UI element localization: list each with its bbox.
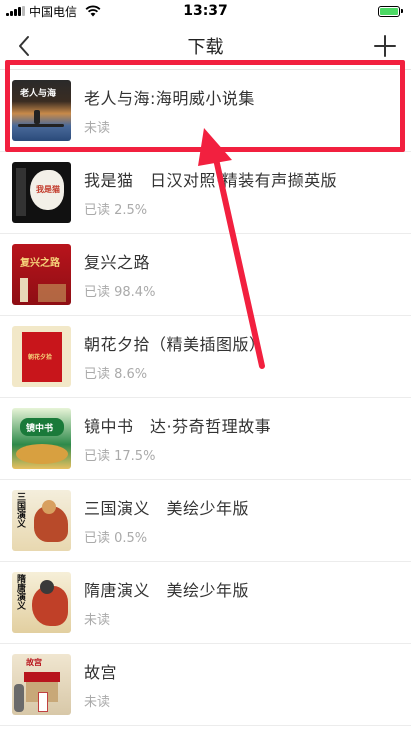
book-row[interactable]: 朝花夕拾 朝花夕拾（精美插图版） 已读 8.6% bbox=[0, 316, 411, 398]
plus-icon bbox=[374, 35, 396, 57]
book-cover: 三国演义 bbox=[12, 490, 71, 551]
book-row[interactable]: 复兴之路 复兴之路 已读 98.4% bbox=[0, 234, 411, 316]
page-title: 下载 bbox=[187, 36, 224, 58]
read-status: 已读 0.5% bbox=[84, 531, 148, 546]
book-list: 老人与海 老人与海:海明威小说集 未读 我是猫 我是猫 日汉对照·精装有声撷英版… bbox=[0, 70, 411, 726]
book-title: 三国演义 美绘少年版 bbox=[84, 499, 250, 518]
book-row[interactable]: 我是猫 我是猫 日汉对照·精装有声撷英版 已读 2.5% bbox=[0, 152, 411, 234]
status-bar: 中国电信 13:37 bbox=[0, 0, 411, 22]
read-status: 未读 bbox=[84, 121, 111, 136]
add-button[interactable] bbox=[371, 32, 399, 60]
book-cover: 镜中书 bbox=[12, 408, 71, 469]
book-title: 故宫 bbox=[84, 663, 118, 682]
read-status: 未读 bbox=[84, 695, 111, 710]
wifi-icon bbox=[85, 5, 101, 17]
book-title: 隋唐演义 美绘少年版 bbox=[84, 581, 250, 600]
book-title: 我是猫 日汉对照·精装有声撷英版 bbox=[84, 171, 338, 190]
read-status: 未读 bbox=[84, 613, 111, 628]
book-cover: 复兴之路 bbox=[12, 244, 71, 305]
book-cover: 我是猫 bbox=[12, 162, 71, 223]
book-cover: 故宫 bbox=[12, 654, 71, 715]
book-row[interactable]: 三国演义 三国演义 美绘少年版 已读 0.5% bbox=[0, 480, 411, 562]
book-row[interactable]: 故宫 故宫 未读 bbox=[0, 644, 411, 726]
back-button[interactable] bbox=[10, 32, 38, 60]
book-row[interactable]: 镜中书 镜中书 达·芬奇哲理故事 已读 17.5% bbox=[0, 398, 411, 480]
book-cover: 朝花夕拾 bbox=[12, 326, 71, 387]
read-status: 已读 98.4% bbox=[84, 285, 156, 300]
book-title: 镜中书 达·芬奇哲理故事 bbox=[84, 417, 272, 436]
book-title: 朝花夕拾（精美插图版） bbox=[84, 335, 266, 354]
read-status: 已读 2.5% bbox=[84, 203, 148, 218]
book-row[interactable]: 隋唐演义 隋唐演义 美绘少年版 未读 bbox=[0, 562, 411, 644]
read-status: 已读 8.6% bbox=[84, 367, 148, 382]
signal-icon bbox=[6, 6, 25, 16]
carrier-label: 中国电信 bbox=[29, 4, 78, 19]
book-row[interactable]: 老人与海 老人与海:海明威小说集 未读 bbox=[0, 70, 411, 152]
book-cover: 老人与海 bbox=[12, 80, 71, 141]
book-cover: 隋唐演义 bbox=[12, 572, 71, 633]
status-left: 中国电信 bbox=[6, 3, 101, 20]
battery-icon bbox=[378, 5, 403, 17]
read-status: 已读 17.5% bbox=[84, 449, 156, 464]
chevron-left-icon bbox=[19, 36, 29, 56]
nav-bar: 下载 bbox=[0, 22, 411, 70]
book-title: 复兴之路 bbox=[84, 253, 151, 272]
status-time: 13:37 bbox=[183, 3, 228, 19]
book-title: 老人与海:海明威小说集 bbox=[84, 89, 255, 108]
